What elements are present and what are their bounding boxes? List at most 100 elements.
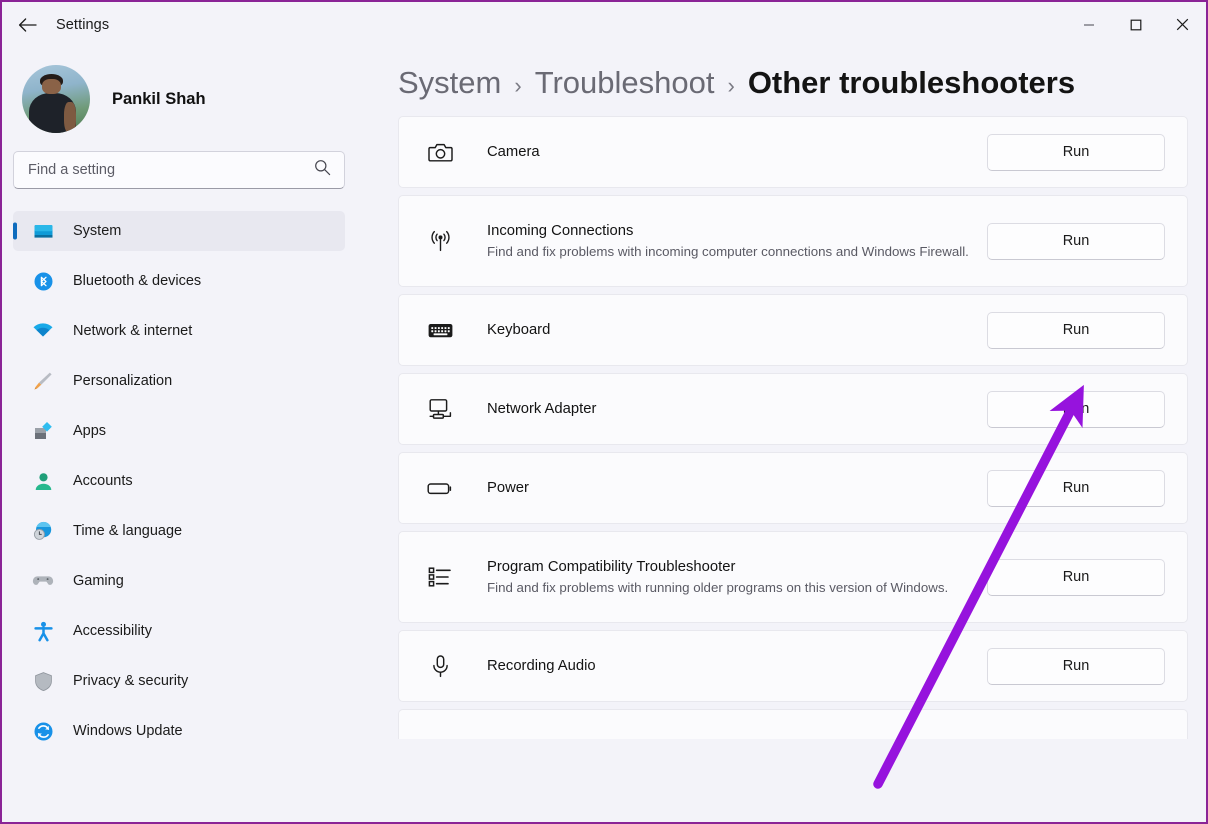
list-item-description: Find and fix problems with running older…	[487, 579, 969, 598]
minimize-icon	[1083, 19, 1095, 31]
search-input[interactable]	[13, 151, 345, 189]
list-item-text: Keyboard	[487, 320, 987, 340]
sidebar-item-time-language[interactable]: Time & language	[13, 511, 345, 551]
wifi-icon	[31, 319, 55, 343]
apps-icon	[31, 419, 55, 443]
sidebar-item-windows-update[interactable]: Windows Update	[13, 711, 345, 751]
table-row[interactable]: Recording Audio Run	[398, 630, 1188, 702]
program-list-icon	[423, 564, 457, 590]
keyboard-icon	[423, 317, 457, 344]
list-item-title: Camera	[487, 142, 969, 162]
back-arrow-icon	[18, 17, 37, 33]
shield-icon	[31, 669, 55, 693]
close-button[interactable]	[1159, 2, 1206, 47]
sidebar-item-privacy-security[interactable]: Privacy & security	[13, 661, 345, 701]
breadcrumb-separator: ›	[727, 73, 734, 99]
person-icon	[31, 469, 55, 493]
window-controls	[1065, 2, 1206, 47]
sidebar-item-label: Windows Update	[73, 723, 183, 739]
sidebar-item-label: Bluetooth & devices	[73, 273, 201, 289]
window-title: Settings	[56, 17, 109, 33]
list-item-title: Keyboard	[487, 320, 969, 340]
sidebar-item-label: Accessibility	[73, 623, 152, 639]
gamepad-icon	[31, 569, 55, 593]
sidebar-item-label: Accounts	[73, 473, 133, 489]
maximize-button[interactable]	[1112, 2, 1159, 47]
battery-icon	[423, 474, 457, 503]
table-row[interactable]: Network Adapter Run	[398, 373, 1188, 445]
close-icon	[1176, 18, 1189, 31]
clock-globe-icon	[31, 519, 55, 543]
list-item-partial-below	[398, 709, 1188, 739]
breadcrumb-separator: ›	[514, 73, 521, 99]
sidebar-item-network-internet[interactable]: Network & internet	[13, 311, 345, 351]
list-item-text: Program Compatibility Troubleshooter Fin…	[487, 557, 987, 598]
list-item-text: Recording Audio	[487, 656, 987, 676]
list-item-title: Network Adapter	[487, 399, 969, 419]
monitor-icon	[31, 219, 55, 243]
sidebar-item-label: Personalization	[73, 373, 172, 389]
maximize-icon	[1130, 19, 1142, 31]
table-row[interactable]: Power Run	[398, 452, 1188, 524]
microphone-icon	[423, 653, 457, 680]
sidebar-item-label: Apps	[73, 423, 106, 439]
sidebar-item-label: Privacy & security	[73, 673, 188, 689]
camera-icon	[423, 139, 457, 166]
table-row[interactable]: Keyboard Run	[398, 294, 1188, 366]
breadcrumb-item-system[interactable]: System	[398, 65, 501, 101]
accessibility-icon	[31, 619, 55, 643]
list-item-text: Network Adapter	[487, 399, 987, 419]
run-button[interactable]: Run	[987, 134, 1165, 171]
list-item-description: Find and fix problems with incoming comp…	[487, 243, 969, 262]
search-box	[13, 151, 345, 189]
run-button[interactable]: Run	[987, 648, 1165, 685]
title-bar: Settings	[2, 2, 1206, 47]
paintbrush-icon	[31, 369, 55, 393]
list-item-text: Incoming Connections Find and fix proble…	[487, 221, 987, 262]
sidebar-item-accounts[interactable]: Accounts	[13, 461, 345, 501]
run-button[interactable]: Run	[987, 559, 1165, 596]
sidebar-item-system[interactable]: System	[13, 211, 345, 251]
list-item-text: Power	[487, 478, 987, 498]
sidebar-item-gaming[interactable]: Gaming	[13, 561, 345, 601]
run-button[interactable]: Run	[987, 391, 1165, 428]
list-item-title: Incoming Connections	[487, 221, 969, 241]
troubleshooter-list-scroller[interactable]: Camera Run	[356, 115, 1206, 822]
sidebar-item-personalization[interactable]: Personalization	[13, 361, 345, 401]
page-title: Other troubleshooters	[748, 65, 1075, 101]
avatar	[22, 65, 90, 133]
sidebar-item-accessibility[interactable]: Accessibility	[13, 611, 345, 651]
sidebar-item-bluetooth-devices[interactable]: Bluetooth & devices	[13, 261, 345, 301]
settings-window: Settings	[2, 2, 1206, 822]
main-pane: System › Troubleshoot › Other troublesho…	[356, 47, 1206, 822]
troubleshooter-list: Camera Run	[398, 115, 1188, 739]
breadcrumb-item-troubleshoot[interactable]: Troubleshoot	[535, 65, 715, 101]
list-item-text: Camera	[487, 142, 987, 162]
list-item-title: Power	[487, 478, 969, 498]
profile-section[interactable]: Pankil Shah	[13, 47, 345, 139]
sidebar-item-apps[interactable]: Apps	[13, 411, 345, 451]
sidebar-item-label: Gaming	[73, 573, 124, 589]
list-item-title: Recording Audio	[487, 656, 969, 676]
list-item-title: Program Compatibility Troubleshooter	[487, 557, 969, 577]
bluetooth-icon	[31, 269, 55, 293]
run-button[interactable]: Run	[987, 223, 1165, 260]
minimize-button[interactable]	[1065, 2, 1112, 47]
sidebar-item-label: Network & internet	[73, 323, 192, 339]
breadcrumb: System › Troubleshoot › Other troublesho…	[356, 47, 1206, 115]
profile-name: Pankil Shah	[112, 90, 206, 109]
content-area: Pankil Shah	[2, 47, 1206, 822]
sidebar: Pankil Shah	[2, 47, 356, 822]
run-button[interactable]: Run	[987, 312, 1165, 349]
table-row[interactable]: Camera Run	[398, 116, 1188, 188]
sidebar-nav: System Bluetooth & devices	[13, 211, 345, 822]
table-row[interactable]: Program Compatibility Troubleshooter Fin…	[398, 531, 1188, 623]
incoming-connections-icon	[423, 228, 457, 255]
table-row[interactable]: Incoming Connections Find and fix proble…	[398, 195, 1188, 287]
network-adapter-icon	[423, 396, 457, 423]
sidebar-item-label: Time & language	[73, 523, 182, 539]
back-button[interactable]	[10, 10, 44, 40]
sidebar-item-label: System	[73, 223, 121, 239]
update-icon	[31, 719, 55, 743]
run-button[interactable]: Run	[987, 470, 1165, 507]
